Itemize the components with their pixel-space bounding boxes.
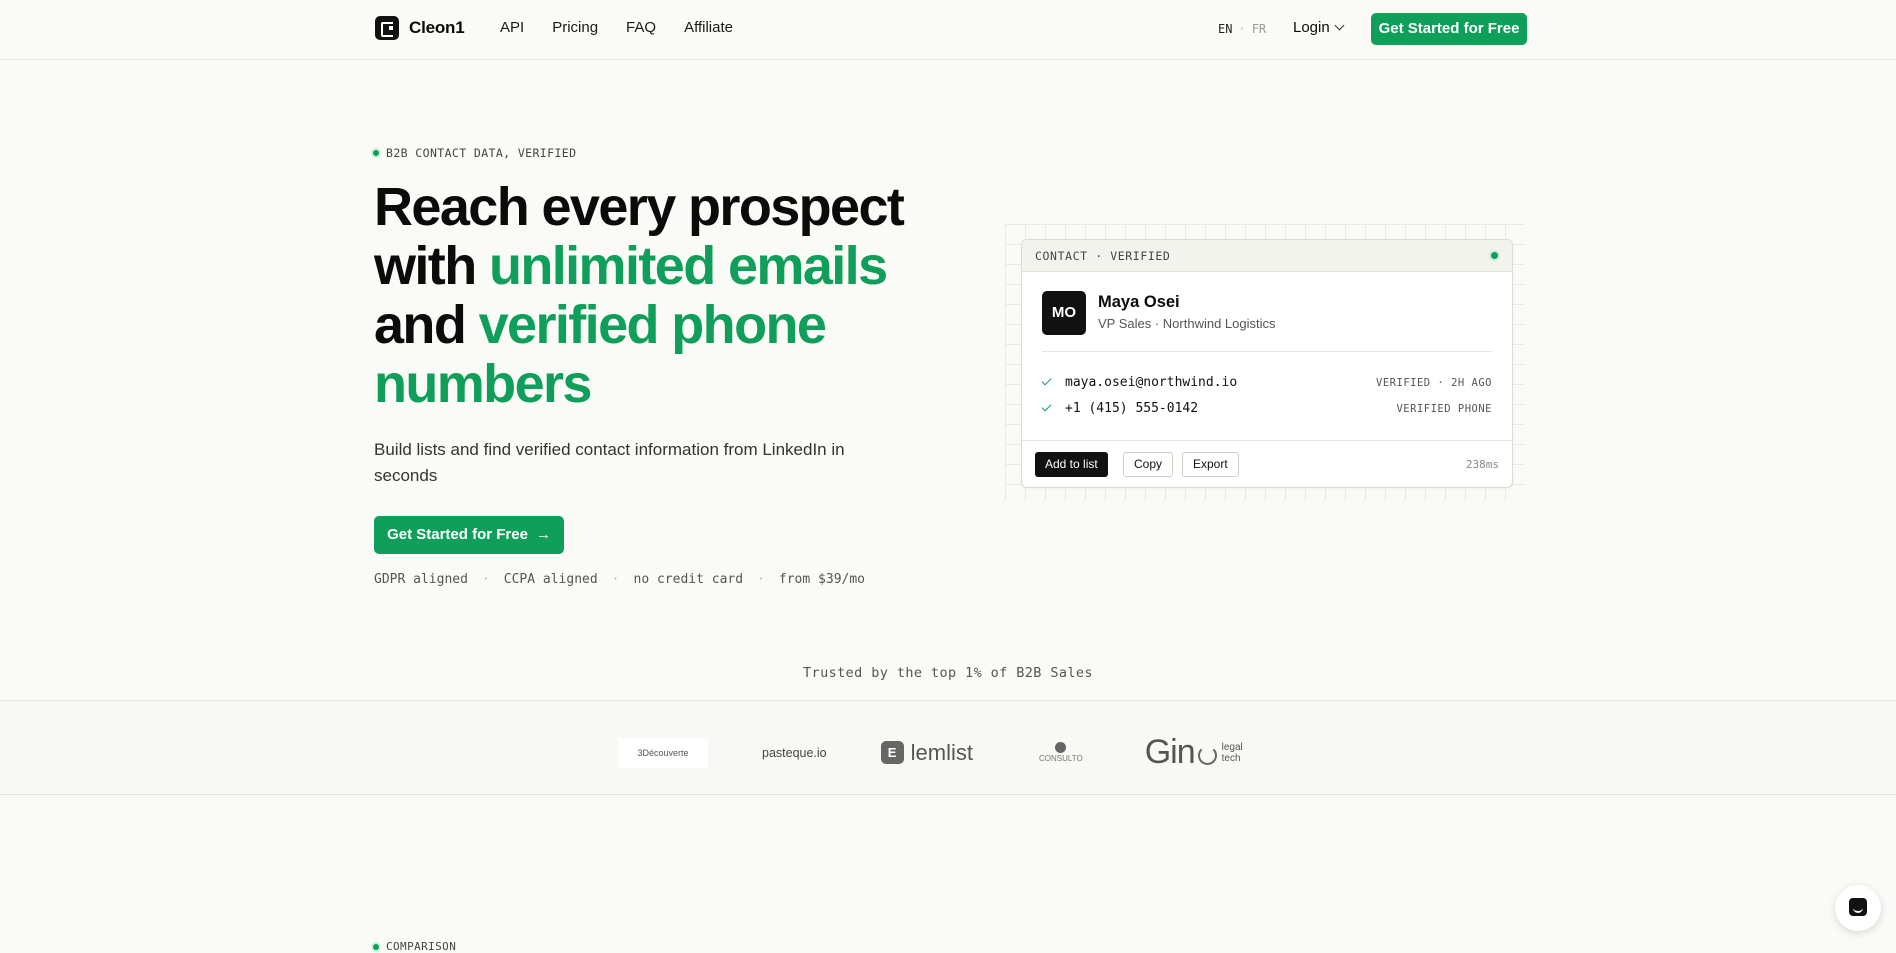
logo-pasteque: pasteque.io xyxy=(762,746,827,760)
logo-3decouverte-text: 3Découverte xyxy=(637,747,689,758)
phone-row: +1 (415) 555-0142 VERIFIED PHONE xyxy=(1041,399,1492,419)
hero-subtitle: Build lists and find verified contact in… xyxy=(374,440,845,485)
email-status-badge: VERIFIED · 2H AGO xyxy=(1376,377,1492,389)
logo-gino-subtext: legal tech xyxy=(1222,742,1243,764)
chat-icon xyxy=(1849,898,1867,916)
phone-status-badge: VERIFIED PHONE xyxy=(1396,403,1492,415)
divider xyxy=(1042,351,1492,352)
headline-highlight-1: unlimited emails xyxy=(488,236,888,296)
logo-pasteque-text: pasteque.io xyxy=(762,745,827,760)
eyebrow-label: B2B CONTACT DATA, VERIFIED xyxy=(386,146,577,160)
customer-logos: 3Découverte pasteque.io E lemlist CONSUL… xyxy=(618,733,1243,772)
email-row: maya.osei@northwind.io VERIFIED · 2H AGO xyxy=(1041,373,1492,393)
lemlist-mark-icon: E xyxy=(880,741,904,764)
login-label: Login xyxy=(1293,19,1330,36)
headline-part-2: and xyxy=(374,295,479,355)
power-icon xyxy=(1197,746,1217,765)
status-dot-icon xyxy=(1491,252,1498,259)
badge-pricing: from $39/mo xyxy=(778,572,865,587)
badge-separator: · xyxy=(481,572,490,587)
export-button[interactable]: Export xyxy=(1182,452,1239,477)
contact-card-actions: Add to list Copy Export 238ms xyxy=(1022,440,1512,487)
nav-link-api[interactable]: API xyxy=(500,19,524,36)
contact-card-title: CONTACT · VERIFIED xyxy=(1035,249,1171,263)
nav-link-affiliate[interactable]: Affiliate xyxy=(684,19,733,36)
chat-launcher-button[interactable] xyxy=(1835,885,1881,931)
hero-get-started-button[interactable]: Get Started for Free → xyxy=(374,516,564,554)
badge-separator: · xyxy=(611,572,620,587)
logo-gino-sub-2: tech xyxy=(1221,752,1241,764)
nav-link-pricing[interactable]: Pricing xyxy=(552,19,598,36)
brand-name: Cleon1 xyxy=(409,18,465,37)
lang-fr[interactable]: FR xyxy=(1252,22,1266,36)
lang-en[interactable]: EN xyxy=(1218,22,1232,36)
chevron-down-icon xyxy=(1334,20,1345,31)
customer-logo-band: 3Découverte pasteque.io E lemlist CONSUL… xyxy=(0,700,1896,795)
language-switcher: EN · FR xyxy=(1218,22,1266,36)
trusted-caption: Trusted by the top 1% of B2B Sales xyxy=(803,665,1093,681)
contact-role: VP Sales · Northwind Logistics xyxy=(1098,316,1276,331)
badge-separator: · xyxy=(757,572,765,587)
avatar: MO xyxy=(1042,291,1086,335)
top-nav: Cleon1 API Pricing FAQ Affiliate EN · FR… xyxy=(0,0,1896,60)
contact-card-header: CONTACT · VERIFIED xyxy=(1022,240,1512,272)
logo-gino-text: Gin xyxy=(1144,733,1196,771)
add-to-list-button[interactable]: Add to list xyxy=(1035,452,1108,477)
badge-gdpr: GDPR aligned xyxy=(374,572,468,587)
compliance-badges: GDPR aligned · CCPA aligned · no credit … xyxy=(374,572,865,587)
logo-3decouverte: 3Découverte xyxy=(618,737,708,768)
latency-readout: 238ms xyxy=(1465,458,1499,471)
logo-consulto: CONSULTO xyxy=(1039,742,1083,763)
nav-links: API Pricing FAQ Affiliate xyxy=(500,19,733,36)
nav-get-started-button[interactable]: Get Started for Free xyxy=(1371,13,1527,45)
contact-name: Maya Osei xyxy=(1098,293,1180,311)
hero-cta-label: Get Started for Free xyxy=(387,526,528,543)
brand-logo[interactable]: Cleon1 xyxy=(375,16,465,40)
contact-phone[interactable]: +1 (415) 555-0142 xyxy=(1065,401,1198,416)
lang-separator: · xyxy=(1238,22,1246,36)
arrow-right-icon: → xyxy=(535,526,551,543)
status-dot-icon xyxy=(373,150,379,156)
logo-consulto-text: CONSULTO xyxy=(1038,754,1083,763)
badge-no-credit-card: no credit card xyxy=(633,572,744,587)
logo-gino-sub-1: legal xyxy=(1221,741,1243,753)
login-dropdown[interactable]: Login xyxy=(1293,19,1345,36)
next-section-eyebrow: COMPARISON xyxy=(373,940,456,953)
check-icon xyxy=(1041,375,1052,386)
copy-button[interactable]: Copy xyxy=(1123,452,1174,477)
badge-ccpa: CCPA aligned xyxy=(503,572,598,587)
brand-mark-icon xyxy=(375,16,399,40)
logo-gino-legaltech: Gin legal tech xyxy=(1145,733,1243,772)
logo-lemlist-text: lemlist xyxy=(910,739,973,765)
hero-eyebrow: B2B CONTACT DATA, VERIFIED xyxy=(373,146,576,160)
next-section-label: COMPARISON xyxy=(386,940,457,953)
nav-link-faq[interactable]: FAQ xyxy=(626,19,656,36)
consulto-mark-icon xyxy=(1055,742,1067,753)
hero-headline: Reach every prospect with unlimited emai… xyxy=(374,178,974,414)
logo-lemlist: E lemlist xyxy=(880,739,973,766)
contact-email[interactable]: maya.osei@northwind.io xyxy=(1065,375,1237,390)
contact-card: CONTACT · VERIFIED MO Maya Osei VP Sales… xyxy=(1021,239,1513,488)
check-icon xyxy=(1041,401,1052,412)
